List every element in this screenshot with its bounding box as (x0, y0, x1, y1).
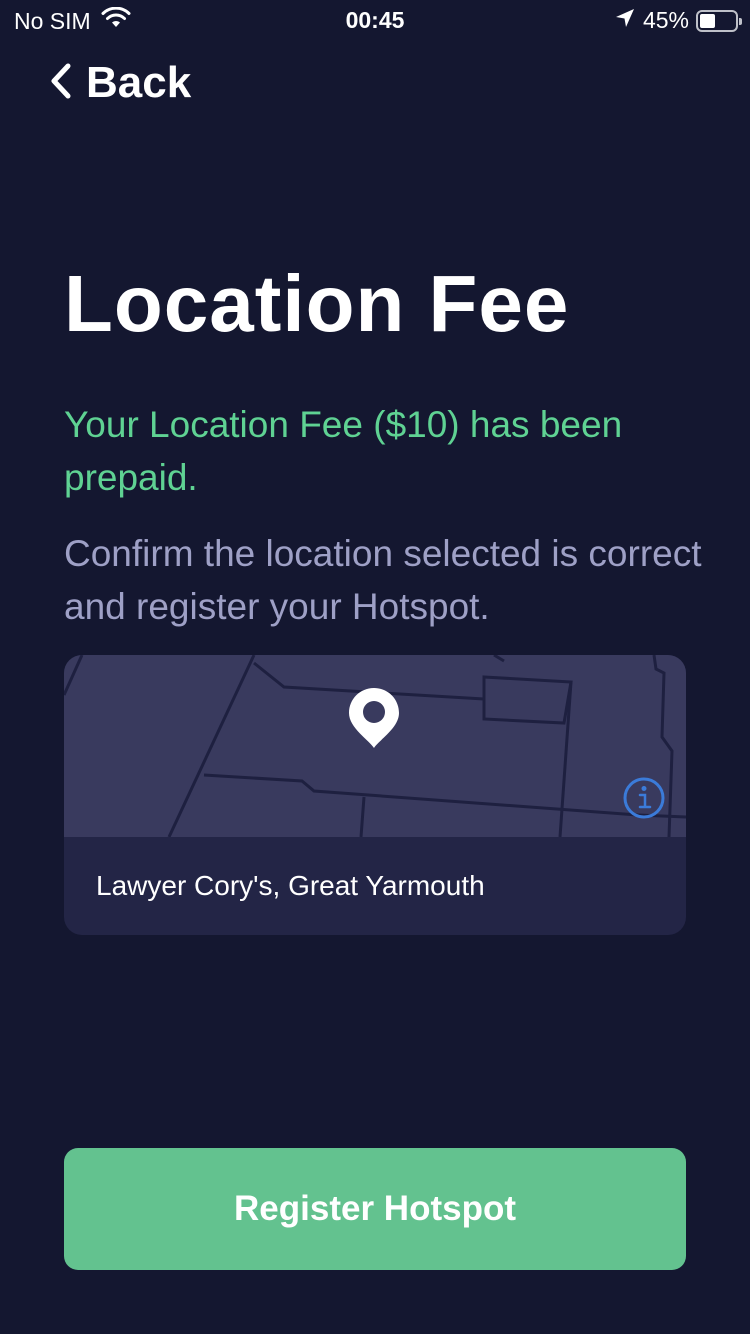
page-title: Location Fee (64, 259, 570, 348)
location-map[interactable] (64, 655, 686, 837)
confirm-message: Confirm the location selected is correct… (64, 533, 702, 627)
battery-nub (739, 17, 742, 25)
back-button[interactable]: Back (50, 58, 191, 108)
battery-icon (696, 9, 742, 32)
chevron-left-icon (50, 63, 72, 104)
back-label: Back (86, 58, 192, 107)
info-icon[interactable] (622, 776, 666, 820)
prepaid-message: Your Location Fee ($10) has been prepaid… (64, 404, 623, 498)
location-arrow-icon (615, 7, 635, 34)
location-fee-screen: No SIM 00:45 45% Back Location Fee Your … (0, 0, 750, 1334)
location-name: Lawyer Cory's, Great Yarmouth (96, 870, 485, 901)
battery-percent: 45% (642, 7, 689, 33)
battery-fill (700, 13, 715, 28)
status-bar: No SIM 00:45 45% (0, 0, 750, 40)
register-hotspot-button[interactable]: Register Hotspot (64, 1148, 686, 1270)
location-card: Lawyer Cory's, Great Yarmouth (64, 655, 686, 935)
map-pin-icon (349, 688, 399, 755)
status-right: 45% (615, 7, 742, 34)
